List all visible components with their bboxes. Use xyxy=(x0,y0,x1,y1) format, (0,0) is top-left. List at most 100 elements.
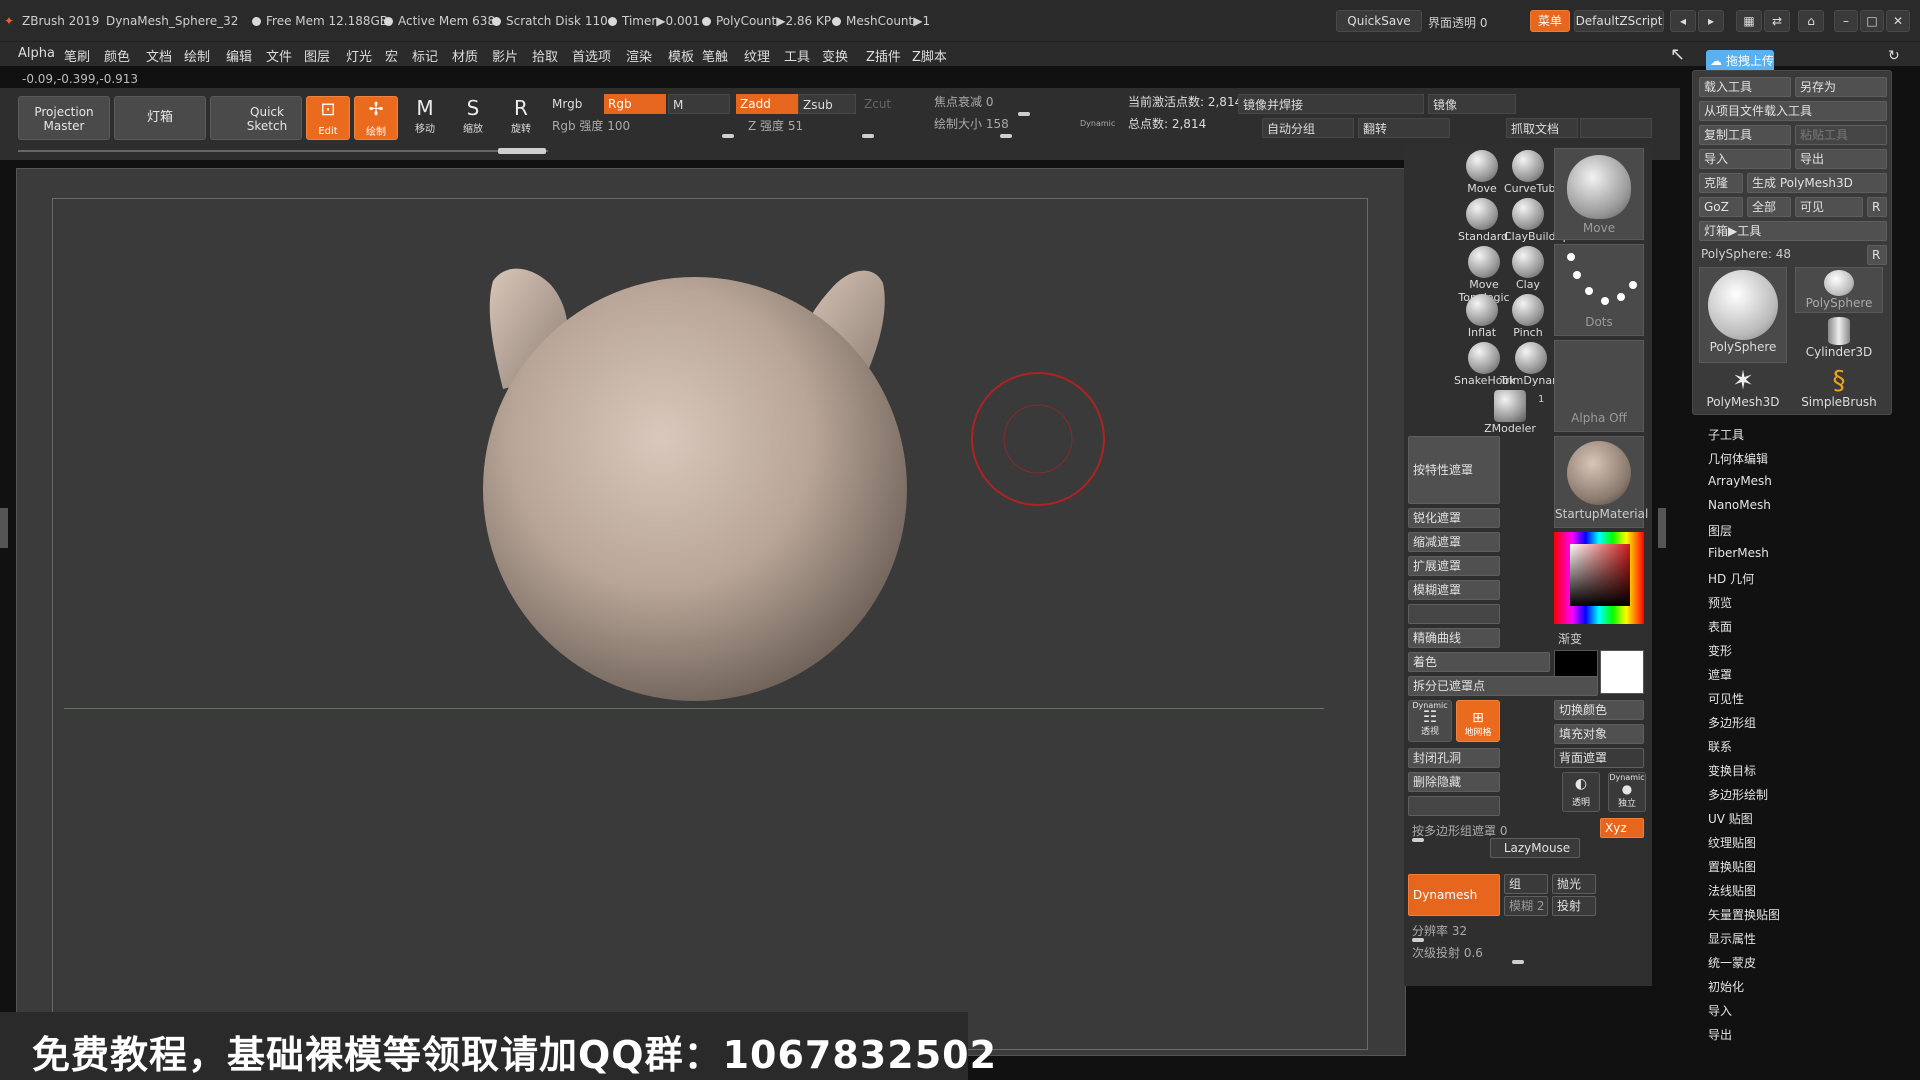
make-polymesh-button[interactable]: 生成 PolyMesh3D xyxy=(1747,173,1887,193)
xyz-symmetry-button[interactable]: Xyz xyxy=(1600,818,1644,838)
lazymouse-button[interactable]: LazyMouse xyxy=(1490,838,1580,858)
tool-polysphere-small[interactable]: PolySphere xyxy=(1795,267,1883,313)
floor-button[interactable]: ⊞ 地网格 xyxy=(1456,700,1500,742)
zadd-button[interactable]: Zadd xyxy=(736,94,798,114)
tool-submenu-item[interactable]: 变换目标 xyxy=(1708,762,1756,779)
switch-color-button[interactable]: 切换颜色 xyxy=(1554,700,1644,720)
menu-item[interactable]: 图层 xyxy=(304,46,330,65)
export-button[interactable]: 导出 xyxy=(1795,149,1887,169)
tool-simplebrush[interactable]: § SimpleBrush xyxy=(1795,367,1883,411)
blur-mask-button[interactable]: 模糊遮罩 xyxy=(1408,580,1500,600)
current-tool-r-button[interactable]: R xyxy=(1867,245,1887,265)
scale-mode-button[interactable]: S 缩放 xyxy=(452,96,494,140)
menu-item[interactable]: 纹理 xyxy=(744,46,770,65)
menu-item[interactable]: 编辑 xyxy=(226,46,252,65)
menu-item[interactable]: 宏 xyxy=(385,46,398,65)
dynamesh-project-button[interactable]: 投射 xyxy=(1552,896,1596,916)
tool-submenu-item[interactable]: 可见性 xyxy=(1708,690,1744,707)
mask-by-feature-button[interactable]: 按特性遮罩 xyxy=(1408,436,1500,504)
precise-curve-button[interactable]: 精确曲线 xyxy=(1408,628,1500,648)
mask-by-polygroup-slider[interactable]: 按多边形组遮罩 0 xyxy=(1412,822,1507,839)
menu-item[interactable]: 首选项 xyxy=(572,46,611,65)
lightbox-button[interactable]: 灯箱 xyxy=(114,96,206,140)
color-picker[interactable] xyxy=(1554,532,1644,624)
tool-submenu-item[interactable]: 纹理贴图 xyxy=(1708,834,1756,851)
menu-item[interactable]: 灯光 xyxy=(346,46,372,65)
tool-submenu-item[interactable]: 显示属性 xyxy=(1708,930,1756,947)
right-tray-toggle-icon[interactable] xyxy=(1658,508,1666,548)
material-thumbnail[interactable]: StartupMaterial xyxy=(1554,436,1648,528)
menu-item[interactable]: 材质 xyxy=(452,46,478,65)
tool-submenu-item[interactable]: ArrayMesh xyxy=(1708,474,1772,488)
dynamesh-button[interactable]: Dynamesh xyxy=(1408,874,1500,916)
stroke-thumbnail[interactable]: Dots xyxy=(1554,244,1644,336)
focal-shift-slider[interactable]: 焦点衰减 0 xyxy=(930,92,1110,112)
alpha-thumbnail[interactable]: Alpha Off xyxy=(1554,340,1644,432)
dynamesh-sphere-model[interactable] xyxy=(483,268,907,701)
goz-r-button[interactable]: R xyxy=(1867,197,1887,217)
tool-submenu-item[interactable]: 法线贴图 xyxy=(1708,882,1756,899)
tool-submenu-item[interactable]: 变形 xyxy=(1708,642,1732,659)
load-tool-button[interactable]: 载入工具 xyxy=(1699,77,1791,97)
menu-item[interactable]: Z插件 xyxy=(866,46,901,65)
layout-grid-icon[interactable]: ▦ xyxy=(1736,10,1762,32)
dynamesh-groups-button[interactable]: 组 xyxy=(1504,874,1548,894)
current-brush-thumbnail[interactable]: Move xyxy=(1554,148,1644,240)
grow-mask-button[interactable]: 扩展遮罩 xyxy=(1408,556,1500,576)
brush-curvetube[interactable]: CurveTube xyxy=(1504,150,1562,195)
tool-submenu-item[interactable]: 矢量置换贴图 xyxy=(1708,906,1780,923)
resolution-knob[interactable] xyxy=(1412,938,1424,942)
color-picker-square[interactable] xyxy=(1570,544,1630,606)
transparent-button[interactable]: ◐ 透明 xyxy=(1562,772,1600,812)
edit-button[interactable]: ⊡ Edit xyxy=(306,96,350,140)
rotate-mode-button[interactable]: R 旋转 xyxy=(500,96,542,140)
maximize-icon[interactable]: □ xyxy=(1860,10,1884,32)
left-tray-toggle-icon[interactable] xyxy=(0,508,8,548)
layout-swap-icon[interactable]: ⇄ xyxy=(1764,10,1790,32)
goz-button[interactable]: GoZ xyxy=(1699,197,1743,217)
menu-item[interactable]: 模板 xyxy=(668,46,694,65)
menu-item[interactable]: 渲染 xyxy=(626,46,652,65)
menu-item[interactable]: 标记 xyxy=(412,46,438,65)
split-masked-button[interactable]: 拆分已遮罩点 xyxy=(1408,676,1598,696)
dynamesh-blur-slider[interactable]: 模糊 2 xyxy=(1504,896,1548,916)
load-from-project-button[interactable]: 从项目文件载入工具 xyxy=(1699,101,1887,121)
mask-by-polygroup-knob[interactable] xyxy=(1412,838,1424,842)
interface-transparency-slider[interactable]: 界面透明 0 xyxy=(1428,14,1487,31)
rgb-intensity-knob[interactable] xyxy=(722,134,734,138)
tool-cylinder3d[interactable]: Cylinder3D xyxy=(1795,317,1883,363)
import-button[interactable]: 导入 xyxy=(1699,149,1791,169)
clone-button[interactable]: 克隆 xyxy=(1699,173,1743,193)
shrink-mask-button[interactable]: 缩减遮罩 xyxy=(1408,532,1500,552)
tool-submenu-item[interactable]: HD 几何 xyxy=(1708,570,1754,587)
brush-clay[interactable]: Clay xyxy=(1504,246,1552,291)
brush-standard[interactable]: Standard xyxy=(1458,198,1508,243)
brush-move[interactable]: Move xyxy=(1458,150,1506,195)
brush-trimdynamic[interactable]: TrimDynamic xyxy=(1500,342,1572,387)
tool-submenu-item[interactable]: 多边形绘制 xyxy=(1708,786,1768,803)
tool-polysphere-large[interactable]: PolySphere xyxy=(1699,267,1787,363)
z-intensity-knob[interactable] xyxy=(862,134,874,138)
default-zscript-button[interactable]: DefaultZScript xyxy=(1574,10,1664,32)
tool-submenu-item[interactable]: 导入 xyxy=(1708,1002,1732,1019)
fill-object-button[interactable]: 填充对象 xyxy=(1554,724,1644,744)
quicksave-button[interactable]: QuickSave xyxy=(1336,10,1422,32)
menu-item[interactable]: Z脚本 xyxy=(912,46,947,65)
tool-submenu-item[interactable]: FiberMesh xyxy=(1708,546,1769,560)
tool-submenu-item[interactable]: 遮罩 xyxy=(1708,666,1732,683)
colorize-button[interactable]: 着色 xyxy=(1408,652,1550,672)
model-view[interactable] xyxy=(53,199,1369,1051)
rgb-intensity-slider[interactable]: Rgb 强度 100 xyxy=(548,116,748,136)
menu-item[interactable]: 变换 xyxy=(822,46,848,65)
menu-item[interactable]: 颜色 xyxy=(104,46,130,65)
menu-item[interactable]: 绘制 xyxy=(184,46,210,65)
lightbox-tools-button[interactable]: 灯箱▶工具 xyxy=(1699,221,1887,241)
tool-submenu-item[interactable]: 导出 xyxy=(1708,1026,1732,1043)
sharpen-mask-button[interactable]: 锐化遮罩 xyxy=(1408,508,1500,528)
document-canvas[interactable] xyxy=(52,198,1368,1050)
layout-next-icon[interactable]: ▸ xyxy=(1698,10,1724,32)
move-mode-button[interactable]: M 移动 xyxy=(404,96,446,140)
menu-item[interactable]: 影片 xyxy=(492,46,518,65)
tool-submenu-item[interactable]: 图层 xyxy=(1708,522,1732,539)
mrgb-button[interactable]: Mrgb xyxy=(548,94,600,114)
